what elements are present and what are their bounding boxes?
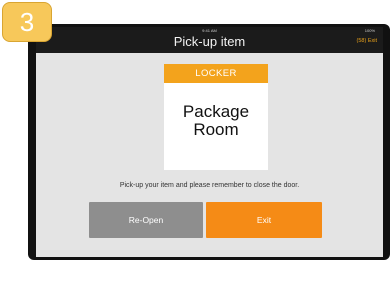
step-number-badge: 3 bbox=[2, 2, 52, 42]
locker-card: LOCKER Package Room bbox=[164, 64, 268, 170]
instruction-text: Pick-up your item and please remember to… bbox=[119, 182, 300, 189]
title-bar: 9:41 AM 100% Pick-up item (58) Exit bbox=[36, 27, 383, 53]
locker-name-line2: Room bbox=[193, 120, 239, 139]
exit-button[interactable]: Exit bbox=[206, 202, 322, 238]
locker-name-line1: Package bbox=[182, 102, 250, 121]
timer-exit-link[interactable]: (58) Exit bbox=[357, 38, 377, 45]
status-battery: 100% bbox=[364, 28, 375, 33]
status-time: 9:41 AM bbox=[202, 28, 217, 33]
reopen-button[interactable]: Re-Open bbox=[89, 202, 203, 238]
page-title: Pick-up item bbox=[173, 34, 246, 49]
app-screen: 9:41 AM 100% Pick-up item (58) Exit LOCK… bbox=[36, 27, 383, 257]
locker-card-header: LOCKER bbox=[164, 64, 268, 83]
tablet-device: 9:41 AM 100% Pick-up item (58) Exit LOCK… bbox=[28, 24, 390, 260]
locker-card-body: Package Room bbox=[164, 83, 268, 139]
